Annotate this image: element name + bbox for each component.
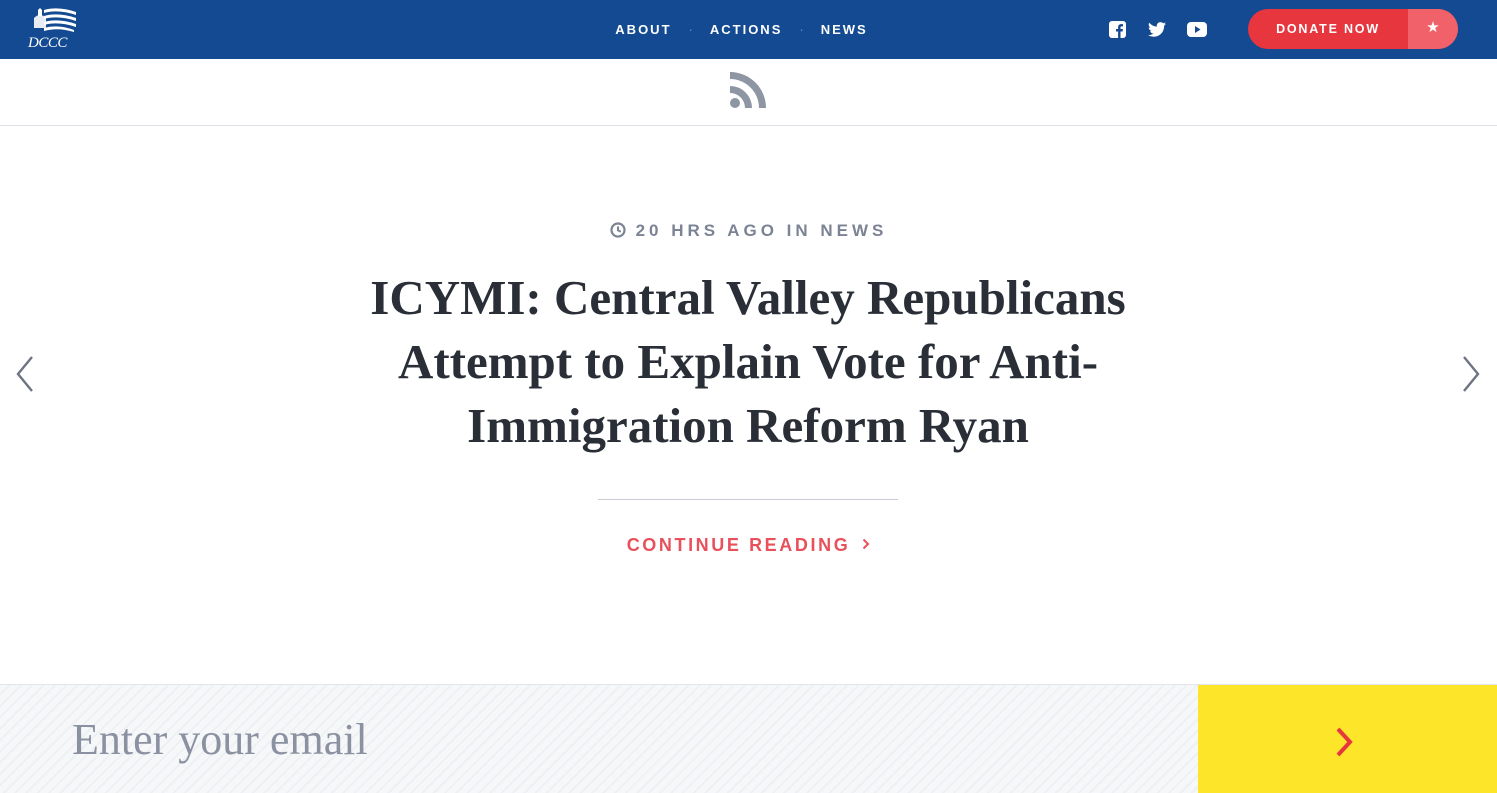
nav-separator: · (688, 22, 693, 37)
post-meta: 20 HRS AGO IN NEWS (0, 221, 1497, 241)
donate-label: DONATE NOW (1276, 22, 1380, 36)
post-meta-text: 20 HRS AGO IN NEWS (635, 221, 888, 240)
chevron-right-icon (863, 538, 870, 550)
nav-actions-link[interactable]: ACTIONS (710, 22, 783, 37)
nav-separator: · (799, 22, 804, 37)
clock-icon (609, 222, 626, 238)
nav-about-link[interactable]: ABOUT (615, 22, 671, 37)
chevron-right-icon (1336, 727, 1353, 757)
twitter-icon[interactable] (1147, 19, 1167, 39)
chevron-right-icon (1463, 356, 1480, 392)
logo-wordmark: DCCC (28, 35, 67, 51)
email-submit-button[interactable] (1198, 685, 1497, 793)
youtube-icon[interactable] (1186, 19, 1208, 39)
previous-slide-arrow[interactable] (14, 355, 38, 393)
nav-news-link[interactable]: NEWS (821, 22, 868, 37)
star-icon: ★ (1408, 9, 1458, 49)
continue-reading-label: CONTINUE READING (626, 535, 851, 555)
dccc-logo[interactable]: DCCC (28, 6, 80, 52)
donate-now-button[interactable]: DONATE NOW ★ (1248, 9, 1458, 49)
email-input[interactable] (72, 707, 1172, 771)
feed-bar (0, 59, 1497, 126)
facebook-icon[interactable] (1108, 19, 1126, 39)
site-header: DCCC ABOUT · ACTIONS · NEWS DONATE NOW ★ (0, 0, 1497, 59)
title-divider (598, 499, 898, 500)
email-signup-form (0, 684, 1497, 793)
post-title[interactable]: ICYMI: Central Valley Republicans Attemp… (348, 266, 1148, 458)
next-slide-arrow[interactable] (1458, 355, 1482, 393)
continue-reading-link[interactable]: CONTINUE READING (0, 535, 1497, 556)
chevron-left-icon (16, 356, 33, 392)
rss-icon[interactable] (730, 72, 766, 108)
capitol-flag-icon (34, 8, 76, 32)
